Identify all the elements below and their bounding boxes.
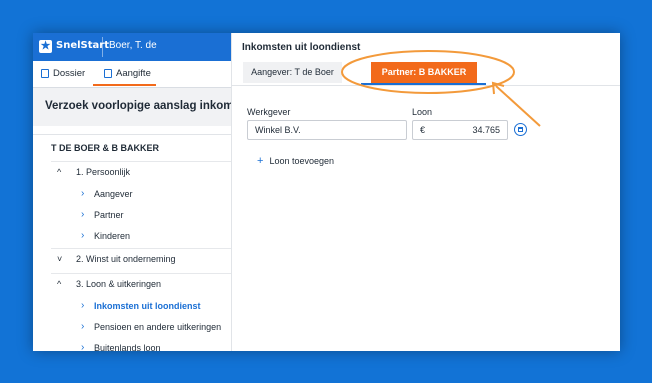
tree-item-label: Buitenlands loon (94, 343, 161, 351)
content-pane: Inkomsten uit loondienst Aangever: T de … (231, 33, 620, 351)
chevron-up-icon: ^ (57, 167, 62, 177)
currency-symbol: € (420, 125, 426, 135)
loon-amount: 34.765 (472, 125, 500, 135)
tree-item-label: 2. Winst uit onderneming (76, 254, 176, 264)
chevron-right-icon: › (81, 321, 85, 332)
dossier-name[interactable]: Boer, T. de (109, 40, 157, 51)
document-icon (104, 69, 112, 78)
tree-item-label: 1. Persoonlijk (76, 167, 131, 177)
chevron-right-icon: › (81, 230, 85, 241)
chevron-up-icon: ^ (57, 279, 62, 289)
chevron-right-icon: › (81, 342, 85, 351)
tab-dossier[interactable]: Dossier (41, 68, 85, 79)
tree-item-label: Inkomsten uit loondienst (94, 301, 201, 311)
chevron-right-icon: › (81, 188, 85, 199)
tree-item-partner[interactable]: › Partner (33, 205, 231, 227)
tree-item-pensioen[interactable]: › Pensioen en andere uitkeringen (33, 317, 231, 339)
tree-item-label: Pensioen en andere uitkeringen (94, 322, 222, 332)
app-window: ★ SnelStart Boer, T. de Dossier Aangifte… (33, 33, 620, 351)
trash-icon[interactable] (514, 123, 527, 136)
nav-tabs: Dossier Aangifte (33, 61, 231, 88)
tab-partner[interactable]: Partner: B BAKKER (371, 62, 477, 83)
tab-dossier-label: Dossier (53, 68, 86, 79)
tree-item-label: 3. Loon & uitkeringen (76, 279, 162, 289)
tree-item-buitenlands-loon[interactable]: › Buitenlands loon (33, 338, 231, 351)
tree-item-label: Aangever (94, 189, 133, 199)
navigation-tree: T DE BOER & B BAKKER ^ 1. Persoonlijk › … (33, 134, 231, 351)
section-header-title: Verzoek voorlopige aanslag inkoms (45, 100, 231, 112)
tree-title: T DE BOER & B BAKKER (51, 143, 160, 153)
book-icon (41, 69, 49, 78)
loon-label: Loon (412, 107, 433, 117)
werkgever-input[interactable]: Winkel B.V. (247, 120, 407, 140)
tree-item-inkomsten-uit-loondienst[interactable]: › Inkomsten uit loondienst (33, 296, 231, 318)
chevron-down-icon: ˅ (57, 254, 63, 264)
chevron-right-icon: › (81, 209, 85, 220)
tree-item-label: Partner (94, 210, 124, 220)
snelstart-logo-icon: ★ (39, 40, 52, 53)
loon-input[interactable]: € 34.765 (412, 120, 508, 140)
plus-icon: + (257, 155, 264, 167)
tree-group-winst[interactable]: ˅ 2. Winst uit onderneming (33, 249, 231, 271)
sidebar-pane: ★ SnelStart Boer, T. de Dossier Aangifte… (33, 33, 231, 351)
werkgever-label: Werkgever (247, 107, 291, 117)
tab-aangifte-label: Aangifte (116, 68, 151, 79)
top-bar: ★ SnelStart Boer, T. de (33, 33, 231, 61)
add-loon-button[interactable]: + Loon toevoegen (257, 155, 334, 167)
tab-aangifte[interactable]: Aangifte (104, 68, 151, 79)
active-tab-indicator (93, 84, 156, 86)
add-loon-label: Loon toevoegen (269, 156, 334, 166)
top-bar-divider (102, 37, 103, 57)
tree-item-label: Kinderen (94, 231, 131, 241)
tree-group-persoonlijk[interactable]: ^ 1. Persoonlijk (33, 162, 231, 184)
tabs-divider (232, 85, 620, 86)
tree-group-loon[interactable]: ^ 3. Loon & uitkeringen (33, 274, 231, 296)
page-title: Inkomsten uit loondienst (242, 42, 361, 53)
tree-item-kinderen[interactable]: › Kinderen (33, 226, 231, 248)
chevron-right-icon: › (81, 300, 85, 311)
tree-item-aangever[interactable]: › Aangever (33, 184, 231, 206)
section-header: Verzoek voorlopige aanslag inkoms (33, 88, 231, 126)
tab-aangever[interactable]: Aangever: T de Boer (243, 62, 342, 83)
